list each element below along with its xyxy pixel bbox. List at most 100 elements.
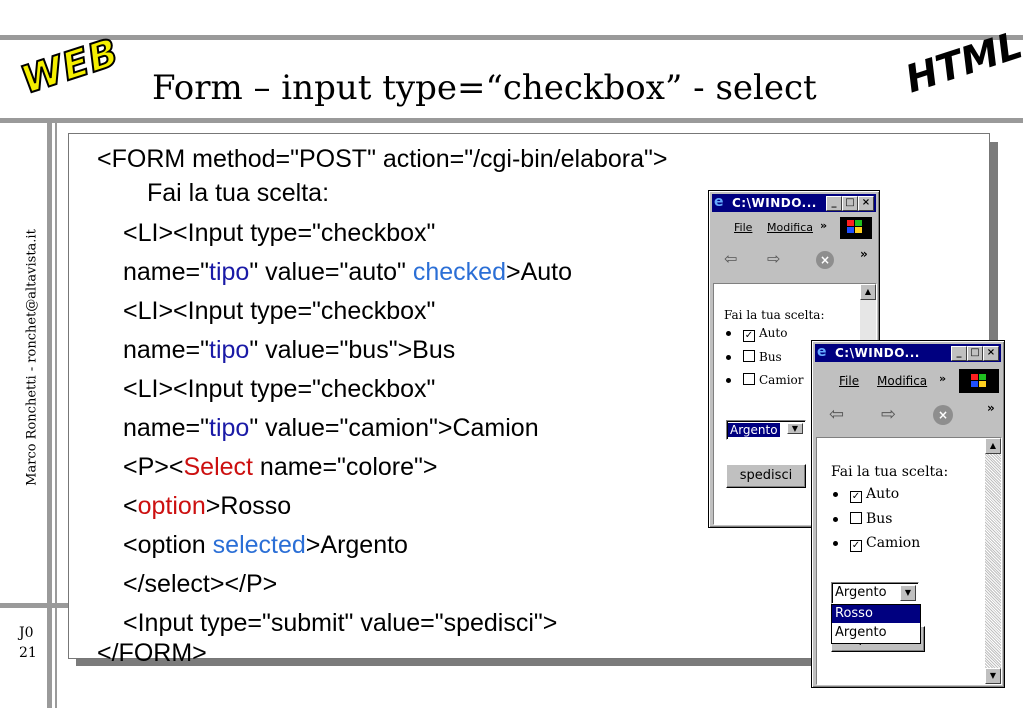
checkbox-label: Bus bbox=[866, 511, 893, 527]
bullet bbox=[726, 355, 731, 360]
maximize-icon[interactable]: □ bbox=[967, 346, 983, 361]
checkbox-label: Auto bbox=[759, 326, 788, 340]
checkbox-item-camion[interactable]: Camior bbox=[726, 373, 804, 387]
menu-file[interactable]: File bbox=[734, 221, 752, 234]
page-title: Form – input type=“checkbox” - select bbox=[152, 68, 817, 108]
select-arrow-icon[interactable]: ▼ bbox=[787, 423, 803, 434]
menubar: File Modifica » bbox=[815, 369, 1001, 393]
code-keyword: Select bbox=[183, 453, 253, 481]
toolbar-chevron-icon[interactable]: » bbox=[860, 247, 868, 261]
code-keyword: option bbox=[137, 492, 206, 520]
scroll-up-icon[interactable]: ▲ bbox=[860, 284, 876, 300]
windows-logo bbox=[840, 217, 872, 239]
forward-icon[interactable]: ⇨ bbox=[881, 404, 896, 425]
bullet bbox=[833, 540, 838, 546]
menubar: File Modifica » bbox=[712, 217, 876, 239]
page-content: ▲ ▼ Fai la tua scelta: ✓ Auto Bus ✓ Camion… bbox=[816, 437, 1002, 685]
window-title: C:\WINDO... bbox=[732, 196, 817, 210]
stop-icon[interactable]: × bbox=[933, 405, 953, 425]
vertical-scrollbar[interactable]: ▲ ▼ bbox=[985, 438, 1001, 684]
windows-logo bbox=[959, 369, 999, 393]
minimize-icon[interactable]: _ bbox=[951, 346, 967, 361]
select-value: Argento bbox=[728, 423, 780, 437]
select-dropdown[interactable]: Rosso Argento bbox=[831, 604, 921, 644]
code-line: Fai la tua scelta: bbox=[147, 179, 330, 207]
titlebar[interactable]: e C:\WINDO... _ □ × bbox=[815, 344, 1001, 362]
stop-icon[interactable]: × bbox=[816, 251, 834, 269]
checkbox-item-auto[interactable]: ✓ Auto bbox=[833, 486, 899, 503]
checkbox[interactable]: ✓ bbox=[850, 540, 862, 552]
code-line: <option selected>Argento bbox=[123, 531, 408, 560]
slide-number: 21 bbox=[19, 645, 37, 661]
checkbox[interactable] bbox=[743, 350, 755, 362]
scroll-down-icon[interactable]: ▼ bbox=[985, 668, 1001, 684]
code-text: " value="auto" bbox=[249, 258, 413, 286]
submit-button[interactable]: spedisci bbox=[726, 464, 806, 488]
colore-select[interactable]: Argento ▼ bbox=[726, 420, 806, 440]
left-margin-bar-inner bbox=[55, 123, 57, 708]
close-icon[interactable]: × bbox=[858, 196, 874, 211]
code-keyword: selected bbox=[212, 531, 306, 559]
scroll-up-icon[interactable]: ▲ bbox=[985, 438, 1001, 454]
code-text: < bbox=[123, 492, 138, 520]
code-line: <LI><Input type="checkbox" bbox=[123, 375, 436, 403]
window-title: C:\WINDO... bbox=[835, 346, 920, 360]
browser-window-2: e C:\WINDO... _ □ × File Modifica » ⇦ ⇨ … bbox=[811, 340, 1005, 688]
close-icon[interactable]: × bbox=[983, 346, 999, 361]
back-icon[interactable]: ⇦ bbox=[724, 249, 737, 268]
checkbox-item-bus[interactable]: Bus bbox=[833, 511, 893, 527]
titlebar[interactable]: e C:\WINDO... _ □ × bbox=[712, 194, 876, 212]
checkbox[interactable] bbox=[850, 512, 862, 524]
minimize-icon[interactable]: _ bbox=[826, 196, 842, 211]
checkbox-item-bus[interactable]: Bus bbox=[726, 350, 782, 364]
select-arrow-icon[interactable]: ▼ bbox=[900, 585, 916, 601]
toolbar: ⇦ ⇨ × » bbox=[712, 247, 876, 273]
code-text: name=" bbox=[123, 258, 210, 286]
dropdown-option-rosso[interactable]: Rosso bbox=[832, 605, 920, 623]
code-line: name="tipo" value="camion">Camion bbox=[123, 414, 539, 443]
checkbox[interactable] bbox=[743, 373, 755, 385]
code-line: <Input type="submit" value="spedisci"> bbox=[123, 609, 558, 637]
toolbar: ⇦ ⇨ × » bbox=[815, 401, 1001, 429]
menu-modifica[interactable]: Modifica bbox=[877, 374, 927, 388]
menu-chevron-icon[interactable]: » bbox=[820, 219, 827, 232]
menu-file[interactable]: File bbox=[839, 374, 859, 388]
checkbox-item-auto[interactable]: ✓ Auto bbox=[726, 326, 787, 342]
code-line: <option>Rosso bbox=[123, 492, 291, 521]
code-keyword: tipo bbox=[209, 258, 250, 286]
select-value: Argento bbox=[835, 585, 887, 600]
author-credit: Marco Ronchetti - ronchet@altavista.it bbox=[24, 229, 40, 486]
code-line: <LI><Input type="checkbox" bbox=[123, 219, 436, 247]
maximize-icon[interactable]: □ bbox=[842, 196, 858, 211]
code-text: " value="bus">Bus bbox=[249, 336, 456, 364]
header-bottom-rule bbox=[0, 118, 1023, 123]
code-line: <P><Select name="colore"> bbox=[123, 453, 438, 482]
web-logo: WEB bbox=[15, 29, 126, 104]
code-keyword: checked bbox=[412, 258, 506, 286]
checkbox-item-camion[interactable]: ✓ Camion bbox=[833, 535, 920, 552]
toolbar-chevron-icon[interactable]: » bbox=[987, 401, 995, 415]
left-margin-bar bbox=[47, 123, 52, 708]
bullet bbox=[833, 516, 838, 522]
back-icon[interactable]: ⇦ bbox=[829, 404, 844, 425]
code-text: name=" bbox=[123, 336, 210, 364]
checkbox[interactable]: ✓ bbox=[850, 491, 862, 503]
menu-modifica[interactable]: Modifica bbox=[767, 221, 813, 234]
code-line: </FORM> bbox=[97, 639, 207, 667]
ie-icon: e bbox=[714, 194, 724, 210]
checkbox-label: Auto bbox=[866, 486, 900, 502]
code-keyword: tipo bbox=[209, 414, 250, 442]
colore-select[interactable]: Argento ▼ bbox=[831, 582, 919, 604]
checkbox[interactable]: ✓ bbox=[743, 330, 755, 342]
footer-rule bbox=[0, 603, 75, 608]
menu-chevron-icon[interactable]: » bbox=[939, 372, 946, 385]
bullet bbox=[726, 331, 731, 336]
code-text: <option bbox=[123, 531, 213, 559]
code-keyword: tipo bbox=[209, 336, 250, 364]
code-text: >Argento bbox=[305, 531, 408, 559]
bullet bbox=[833, 491, 838, 497]
code-text: >Auto bbox=[506, 258, 573, 286]
forward-icon[interactable]: ⇨ bbox=[767, 249, 780, 268]
form-prompt: Fai la tua scelta: bbox=[831, 464, 949, 480]
dropdown-option-argento[interactable]: Argento bbox=[832, 624, 920, 642]
